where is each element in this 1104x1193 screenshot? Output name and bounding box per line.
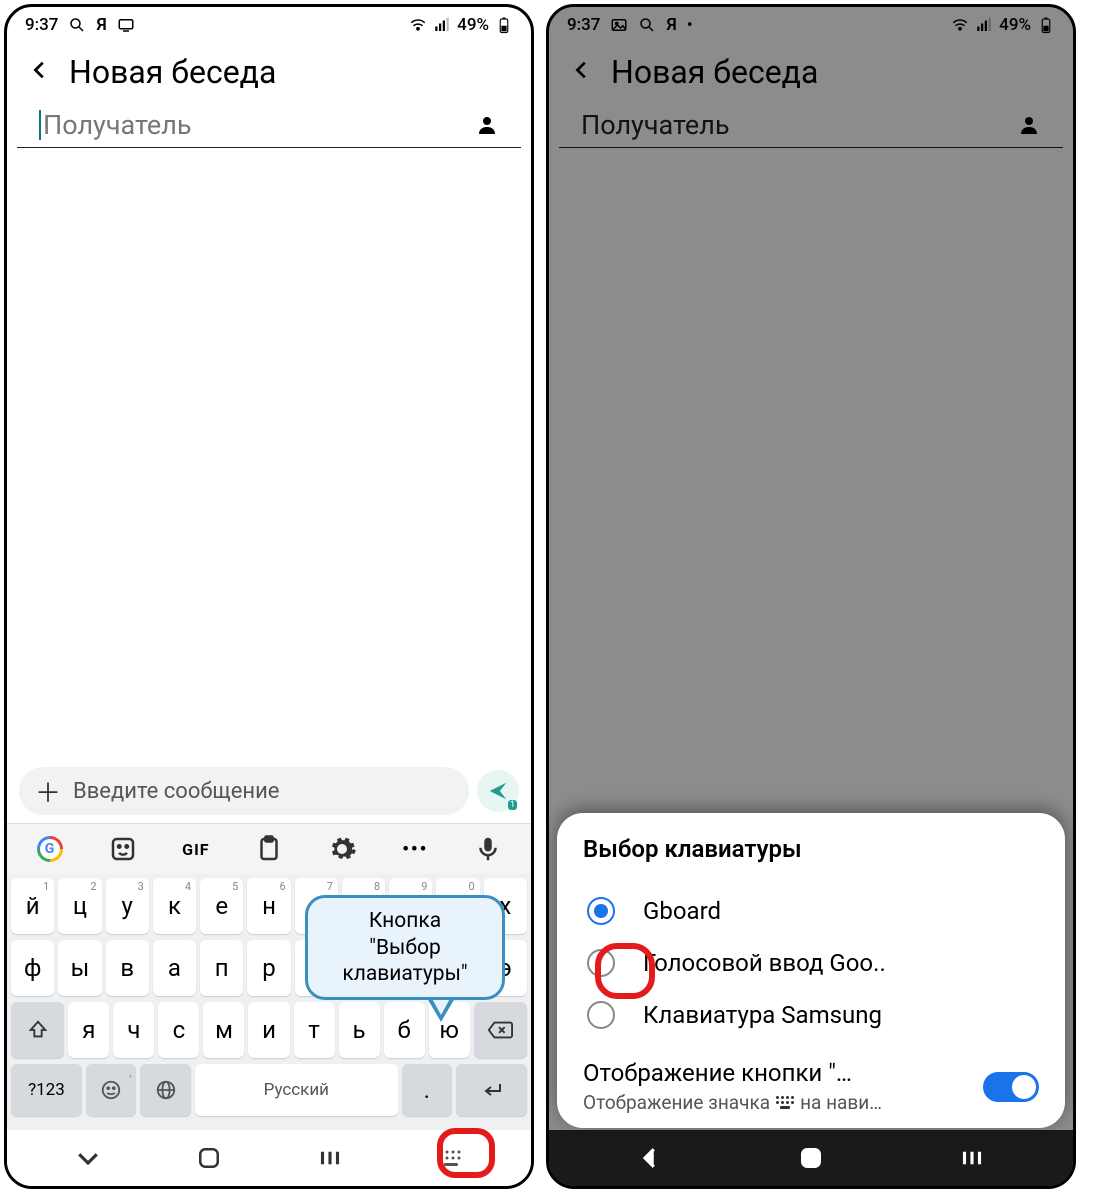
key-а[interactable]: а xyxy=(153,940,196,996)
signal-icon xyxy=(975,16,993,34)
space-key[interactable]: Русский xyxy=(195,1064,397,1116)
recipient-placeholder: Получатель xyxy=(581,109,1017,141)
key-р[interactable]: р xyxy=(247,940,290,996)
emoji-key[interactable]: , xyxy=(86,1064,137,1116)
google-icon[interactable] xyxy=(35,834,65,864)
status-bar: 9:37 Я 49% xyxy=(7,7,531,39)
app-header: Новая беседа xyxy=(549,39,1073,101)
enter-key[interactable] xyxy=(456,1064,527,1116)
key-ы[interactable]: ы xyxy=(58,940,101,996)
sim-badge: 1 xyxy=(508,800,517,810)
page-title: Новая беседа xyxy=(611,53,818,91)
app-header: Новая беседа xyxy=(7,39,531,101)
contact-picker-icon[interactable] xyxy=(475,113,499,137)
keyboard-toolbar: GIF ••• xyxy=(7,823,531,874)
cast-icon xyxy=(117,16,135,34)
nav-recents[interactable] xyxy=(315,1143,345,1173)
nav-recents[interactable] xyxy=(957,1143,987,1173)
status-time: 9:37 xyxy=(567,15,600,35)
compose-placeholder: Введите сообщение xyxy=(73,779,279,804)
gif-button[interactable]: GIF xyxy=(181,834,211,864)
ya-icon: Я xyxy=(96,15,106,35)
search-icon xyxy=(68,16,86,34)
key-я[interactable]: я xyxy=(68,1002,109,1058)
key-с[interactable]: с xyxy=(158,1002,199,1058)
symbols-key[interactable]: ?123 xyxy=(11,1064,82,1116)
key-т[interactable]: т xyxy=(294,1002,335,1058)
key-ч[interactable]: ч xyxy=(113,1002,154,1058)
key-в[interactable]: в xyxy=(106,940,149,996)
nav-hide-keyboard[interactable] xyxy=(73,1143,103,1173)
ya-icon: Я xyxy=(666,15,676,35)
nav-home[interactable] xyxy=(194,1143,224,1173)
recipient-placeholder: Получатель xyxy=(43,109,475,141)
toggle-label: Отображение кнопки "… xyxy=(583,1059,983,1087)
key-к[interactable]: к4 xyxy=(153,878,196,934)
key-у[interactable]: у3 xyxy=(106,878,149,934)
shift-key[interactable] xyxy=(11,1002,64,1058)
key-н[interactable]: н6 xyxy=(247,878,290,934)
image-icon xyxy=(610,16,628,34)
sticker-icon[interactable] xyxy=(108,834,138,864)
status-bar: 9:37 Я • 49% xyxy=(549,7,1073,39)
attach-icon[interactable]: ＋ xyxy=(35,773,61,810)
key-ь[interactable]: ь xyxy=(339,1002,380,1058)
keyboard-option-gboard[interactable]: Gboard xyxy=(583,885,1039,937)
status-time: 9:37 xyxy=(25,15,58,35)
language-key[interactable] xyxy=(140,1064,191,1116)
key-row-4: ?123 , Русский . xyxy=(11,1064,527,1116)
highlight-circle-voice-radio xyxy=(595,943,655,999)
page-title: Новая беседа xyxy=(69,53,276,91)
key-б[interactable]: б xyxy=(384,1002,425,1058)
key-й[interactable]: й1 xyxy=(11,878,54,934)
send-button[interactable]: 1 xyxy=(477,770,519,812)
search-icon xyxy=(638,16,656,34)
wifi-icon xyxy=(951,16,969,34)
battery-pct: 49% xyxy=(999,15,1031,35)
message-area xyxy=(7,148,531,759)
key-ц[interactable]: ц2 xyxy=(58,878,101,934)
nav-back[interactable] xyxy=(635,1143,665,1173)
settings-icon[interactable] xyxy=(327,834,357,864)
more-icon[interactable]: ••• xyxy=(400,834,430,864)
keyboard-picker-sheet: Выбор клавиатуры Gboard Голосовой ввод G… xyxy=(557,813,1065,1128)
toggle-subtitle: Отображение значка на нави… xyxy=(583,1091,983,1114)
show-button-toggle-row[interactable]: Отображение кнопки "… Отображение значка… xyxy=(583,1059,1039,1114)
toggle-switch-on[interactable] xyxy=(983,1072,1039,1102)
highlight-circle-kbswitch xyxy=(437,1128,495,1178)
callout-bubble: Кнопка "Выбор клавиатуры" xyxy=(305,895,505,1000)
recipient-field[interactable]: Получатель xyxy=(559,101,1063,148)
key-м[interactable]: м xyxy=(203,1002,244,1058)
battery-icon xyxy=(1037,16,1055,34)
phone-right: 9:37 Я • 49% xyxy=(546,4,1076,1189)
radio-checked[interactable] xyxy=(587,897,615,925)
dot-icon: • xyxy=(687,15,693,35)
keyboard-dots-icon xyxy=(776,1096,794,1109)
back-button[interactable] xyxy=(571,57,593,87)
clipboard-icon[interactable] xyxy=(254,834,284,864)
backspace-key[interactable] xyxy=(474,1002,527,1058)
wifi-icon xyxy=(409,16,427,34)
sheet-title: Выбор клавиатуры xyxy=(583,835,1039,863)
battery-pct: 49% xyxy=(457,15,489,35)
nav-bar xyxy=(549,1130,1073,1186)
mic-icon[interactable] xyxy=(473,834,503,864)
keyboard-option-samsung[interactable]: Клавиатура Samsung xyxy=(583,989,1039,1041)
key-е[interactable]: е5 xyxy=(200,878,243,934)
contact-picker-icon[interactable] xyxy=(1017,113,1041,137)
phone-left: 9:37 Я 49% Новая беседа xyxy=(4,4,534,1189)
period-key[interactable]: . xyxy=(402,1064,453,1116)
key-ф[interactable]: ф xyxy=(11,940,54,996)
compose-pill[interactable]: ＋ Введите сообщение xyxy=(19,767,469,815)
signal-icon xyxy=(433,16,451,34)
nav-home[interactable] xyxy=(796,1143,826,1173)
callout-tail xyxy=(427,998,455,1022)
recipient-field[interactable]: Получатель xyxy=(17,101,521,148)
key-п[interactable]: п xyxy=(200,940,243,996)
key-и[interactable]: и xyxy=(248,1002,289,1058)
battery-icon xyxy=(495,16,513,34)
back-button[interactable] xyxy=(29,57,51,87)
radio-unchecked[interactable] xyxy=(587,1001,615,1029)
compose-row: ＋ Введите сообщение 1 xyxy=(7,759,531,823)
